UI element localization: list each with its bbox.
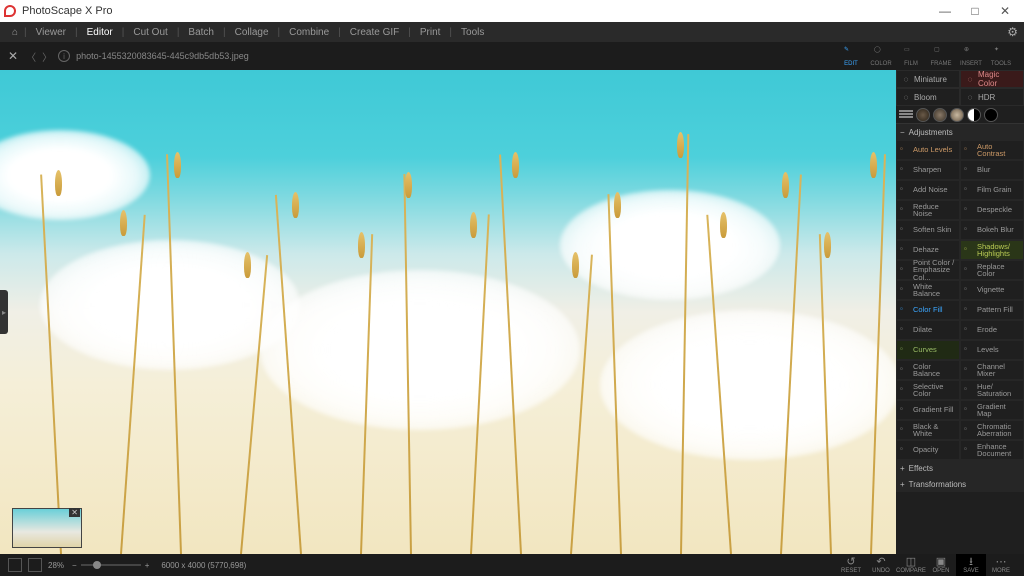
- adjust-gradient-map[interactable]: ▫Gradient Map: [960, 400, 1024, 420]
- window-close-button[interactable]: ✕: [990, 4, 1020, 18]
- adjust-channel-mixer[interactable]: ▫Channel Mixer: [960, 360, 1024, 380]
- tool-film[interactable]: ▭FILM: [896, 42, 926, 70]
- adjust-shadows-highlights[interactable]: ▫Shadows/ Highlights: [960, 240, 1024, 260]
- status-undo-button[interactable]: ↶UNDO: [866, 554, 896, 576]
- preset-swatches: [896, 106, 1024, 124]
- panel-magic[interactable]: ◌Magic Color: [960, 70, 1024, 88]
- right-panel: ◌Miniature◌Magic Color◌Bloom◌HDR −Adjust…: [896, 70, 1024, 554]
- section-effects[interactable]: +Effects: [896, 460, 1024, 476]
- adjust-erode[interactable]: ▫Erode: [960, 320, 1024, 340]
- status-open-button[interactable]: ▣OPEN: [926, 554, 956, 576]
- adjust-pattern-fill[interactable]: ▫Pattern Fill: [960, 300, 1024, 320]
- status-reset-button[interactable]: ↺RESET: [836, 554, 866, 576]
- adjust-color-fill[interactable]: ▫Color Fill: [896, 300, 960, 320]
- menu-combine[interactable]: Combine: [282, 25, 336, 40]
- zoom-in-icon[interactable]: +: [145, 561, 150, 570]
- adjust-reduce-noise[interactable]: ▫Reduce Noise: [896, 200, 960, 220]
- image-dimensions: 6000 x 4000 (5770,698): [161, 561, 246, 570]
- adjust-black-white[interactable]: ▫Black & White: [896, 420, 960, 440]
- prev-image-button[interactable]: 〈: [26, 49, 36, 64]
- adjust-auto-levels[interactable]: ▫Auto Levels: [896, 140, 960, 160]
- actual-size-button[interactable]: [28, 558, 42, 572]
- menu-create-gif[interactable]: Create GIF: [343, 25, 406, 40]
- zoom-slider[interactable]: − +: [72, 561, 149, 570]
- tool-color[interactable]: ◯COLOR: [866, 42, 896, 70]
- tool-tools[interactable]: ✦TOOLS: [986, 42, 1016, 70]
- menu-viewer[interactable]: Viewer: [29, 25, 73, 40]
- app-logo-icon: [4, 5, 16, 17]
- window-titlebar: PhotoScape X Pro — □ ✕: [0, 0, 1024, 22]
- menu-editor[interactable]: Editor: [80, 25, 120, 40]
- status-bar: 28% − + 6000 x 4000 (5770,698) ↺RESET↶UN…: [0, 554, 1024, 576]
- window-maximize-button[interactable]: □: [960, 4, 990, 18]
- adjust-sharpen[interactable]: ▫Sharpen: [896, 160, 960, 180]
- adjust-vignette[interactable]: ▫Vignette: [960, 280, 1024, 300]
- panel-miniature[interactable]: ◌Miniature: [896, 70, 960, 88]
- adjust-despeckle[interactable]: ▫Despeckle: [960, 200, 1024, 220]
- tool-frame[interactable]: ▢FRAME: [926, 42, 956, 70]
- adjust-bokeh-blur[interactable]: ▫Bokeh Blur: [960, 220, 1024, 240]
- swatch-5[interactable]: [984, 108, 998, 122]
- panel-expand-handle[interactable]: ▸: [0, 290, 8, 334]
- thumbnail-close-icon[interactable]: ✕: [69, 508, 80, 517]
- swatch-4[interactable]: [967, 108, 981, 122]
- menu-tools[interactable]: Tools: [454, 25, 491, 40]
- adjust-color-balance[interactable]: ▫Color Balance: [896, 360, 960, 380]
- adjust-dehaze[interactable]: ▫Dehaze: [896, 240, 960, 260]
- zoom-out-icon[interactable]: −: [72, 561, 77, 570]
- zoom-level: 28%: [48, 561, 64, 570]
- home-icon[interactable]: ⌂: [8, 25, 22, 39]
- main-area: ▸ ✕ ◌Miniature◌Magic Color◌Bloom◌HDR −Ad…: [0, 70, 1024, 554]
- adjust-point-color-emphasize-col[interactable]: ▫Point Color / Emphasize Col...: [896, 260, 960, 280]
- info-icon[interactable]: i: [58, 50, 70, 62]
- editor-toolbar: ✕ 〈 〉 i photo-1455320083645-445c9db5db53…: [0, 42, 1024, 70]
- swatch-2[interactable]: [933, 108, 947, 122]
- adjust-auto-contrast[interactable]: ▫Auto Contrast: [960, 140, 1024, 160]
- section-transformations[interactable]: +Transformations: [896, 476, 1024, 492]
- status-save-button[interactable]: ⭳SAVE: [956, 554, 986, 576]
- adjust-soften-skin[interactable]: ▫Soften Skin: [896, 220, 960, 240]
- adjust-levels[interactable]: ▫Levels: [960, 340, 1024, 360]
- panel-bloom[interactable]: ◌Bloom: [896, 88, 960, 106]
- swatch-1[interactable]: [916, 108, 930, 122]
- adjust-white-balance[interactable]: ▫White Balance: [896, 280, 960, 300]
- swatch-3[interactable]: [950, 108, 964, 122]
- status-compare-button[interactable]: ◫COMPARE: [896, 554, 926, 576]
- menu-collage[interactable]: Collage: [228, 25, 276, 40]
- adjust-chromatic-aberration[interactable]: ▫Chromatic Aberration: [960, 420, 1024, 440]
- tool-edit[interactable]: ✎EDIT: [836, 42, 866, 70]
- settings-gear-icon[interactable]: ⚙: [1007, 25, 1018, 39]
- window-minimize-button[interactable]: —: [930, 4, 960, 18]
- app-title: PhotoScape X Pro: [22, 5, 113, 17]
- adjust-replace-color[interactable]: ▫Replace Color: [960, 260, 1024, 280]
- adjust-dilate[interactable]: ▫Dilate: [896, 320, 960, 340]
- next-image-button[interactable]: 〉: [42, 49, 52, 64]
- adjust-blur[interactable]: ▫Blur: [960, 160, 1024, 180]
- adjust-film-grain[interactable]: ▫Film Grain: [960, 180, 1024, 200]
- panel-hdr[interactable]: ◌HDR: [960, 88, 1024, 106]
- list-view-icon[interactable]: [899, 110, 913, 120]
- adjust-selective-color[interactable]: ▫Selective Color: [896, 380, 960, 400]
- adjust-hue-saturation[interactable]: ▫Hue/ Saturation: [960, 380, 1024, 400]
- adjust-opacity[interactable]: ▫Opacity: [896, 440, 960, 460]
- image-canvas[interactable]: ▸ ✕: [0, 70, 896, 554]
- section-adjustments[interactable]: −Adjustments: [896, 124, 1024, 140]
- adjust-gradient-fill[interactable]: ▫Gradient Fill: [896, 400, 960, 420]
- thumbnail-preview[interactable]: ✕: [12, 508, 82, 548]
- adjust-add-noise[interactable]: ▫Add Noise: [896, 180, 960, 200]
- adjust-enhance-document[interactable]: ▫Enhance Document: [960, 440, 1024, 460]
- menu-cut-out[interactable]: Cut Out: [126, 25, 174, 40]
- status-more-button[interactable]: ⋯MORE: [986, 554, 1016, 576]
- adjust-curves[interactable]: ▫Curves: [896, 340, 960, 360]
- fit-screen-button[interactable]: [8, 558, 22, 572]
- filename-label: photo-1455320083645-445c9db5db53.jpeg: [76, 51, 249, 61]
- menu-print[interactable]: Print: [413, 25, 448, 40]
- menu-bar: ⌂ | Viewer|Editor|Cut Out|Batch|Collage|…: [0, 22, 1024, 42]
- menu-batch[interactable]: Batch: [181, 25, 221, 40]
- close-file-button[interactable]: ✕: [8, 49, 18, 63]
- tool-insert[interactable]: ⊕INSERT: [956, 42, 986, 70]
